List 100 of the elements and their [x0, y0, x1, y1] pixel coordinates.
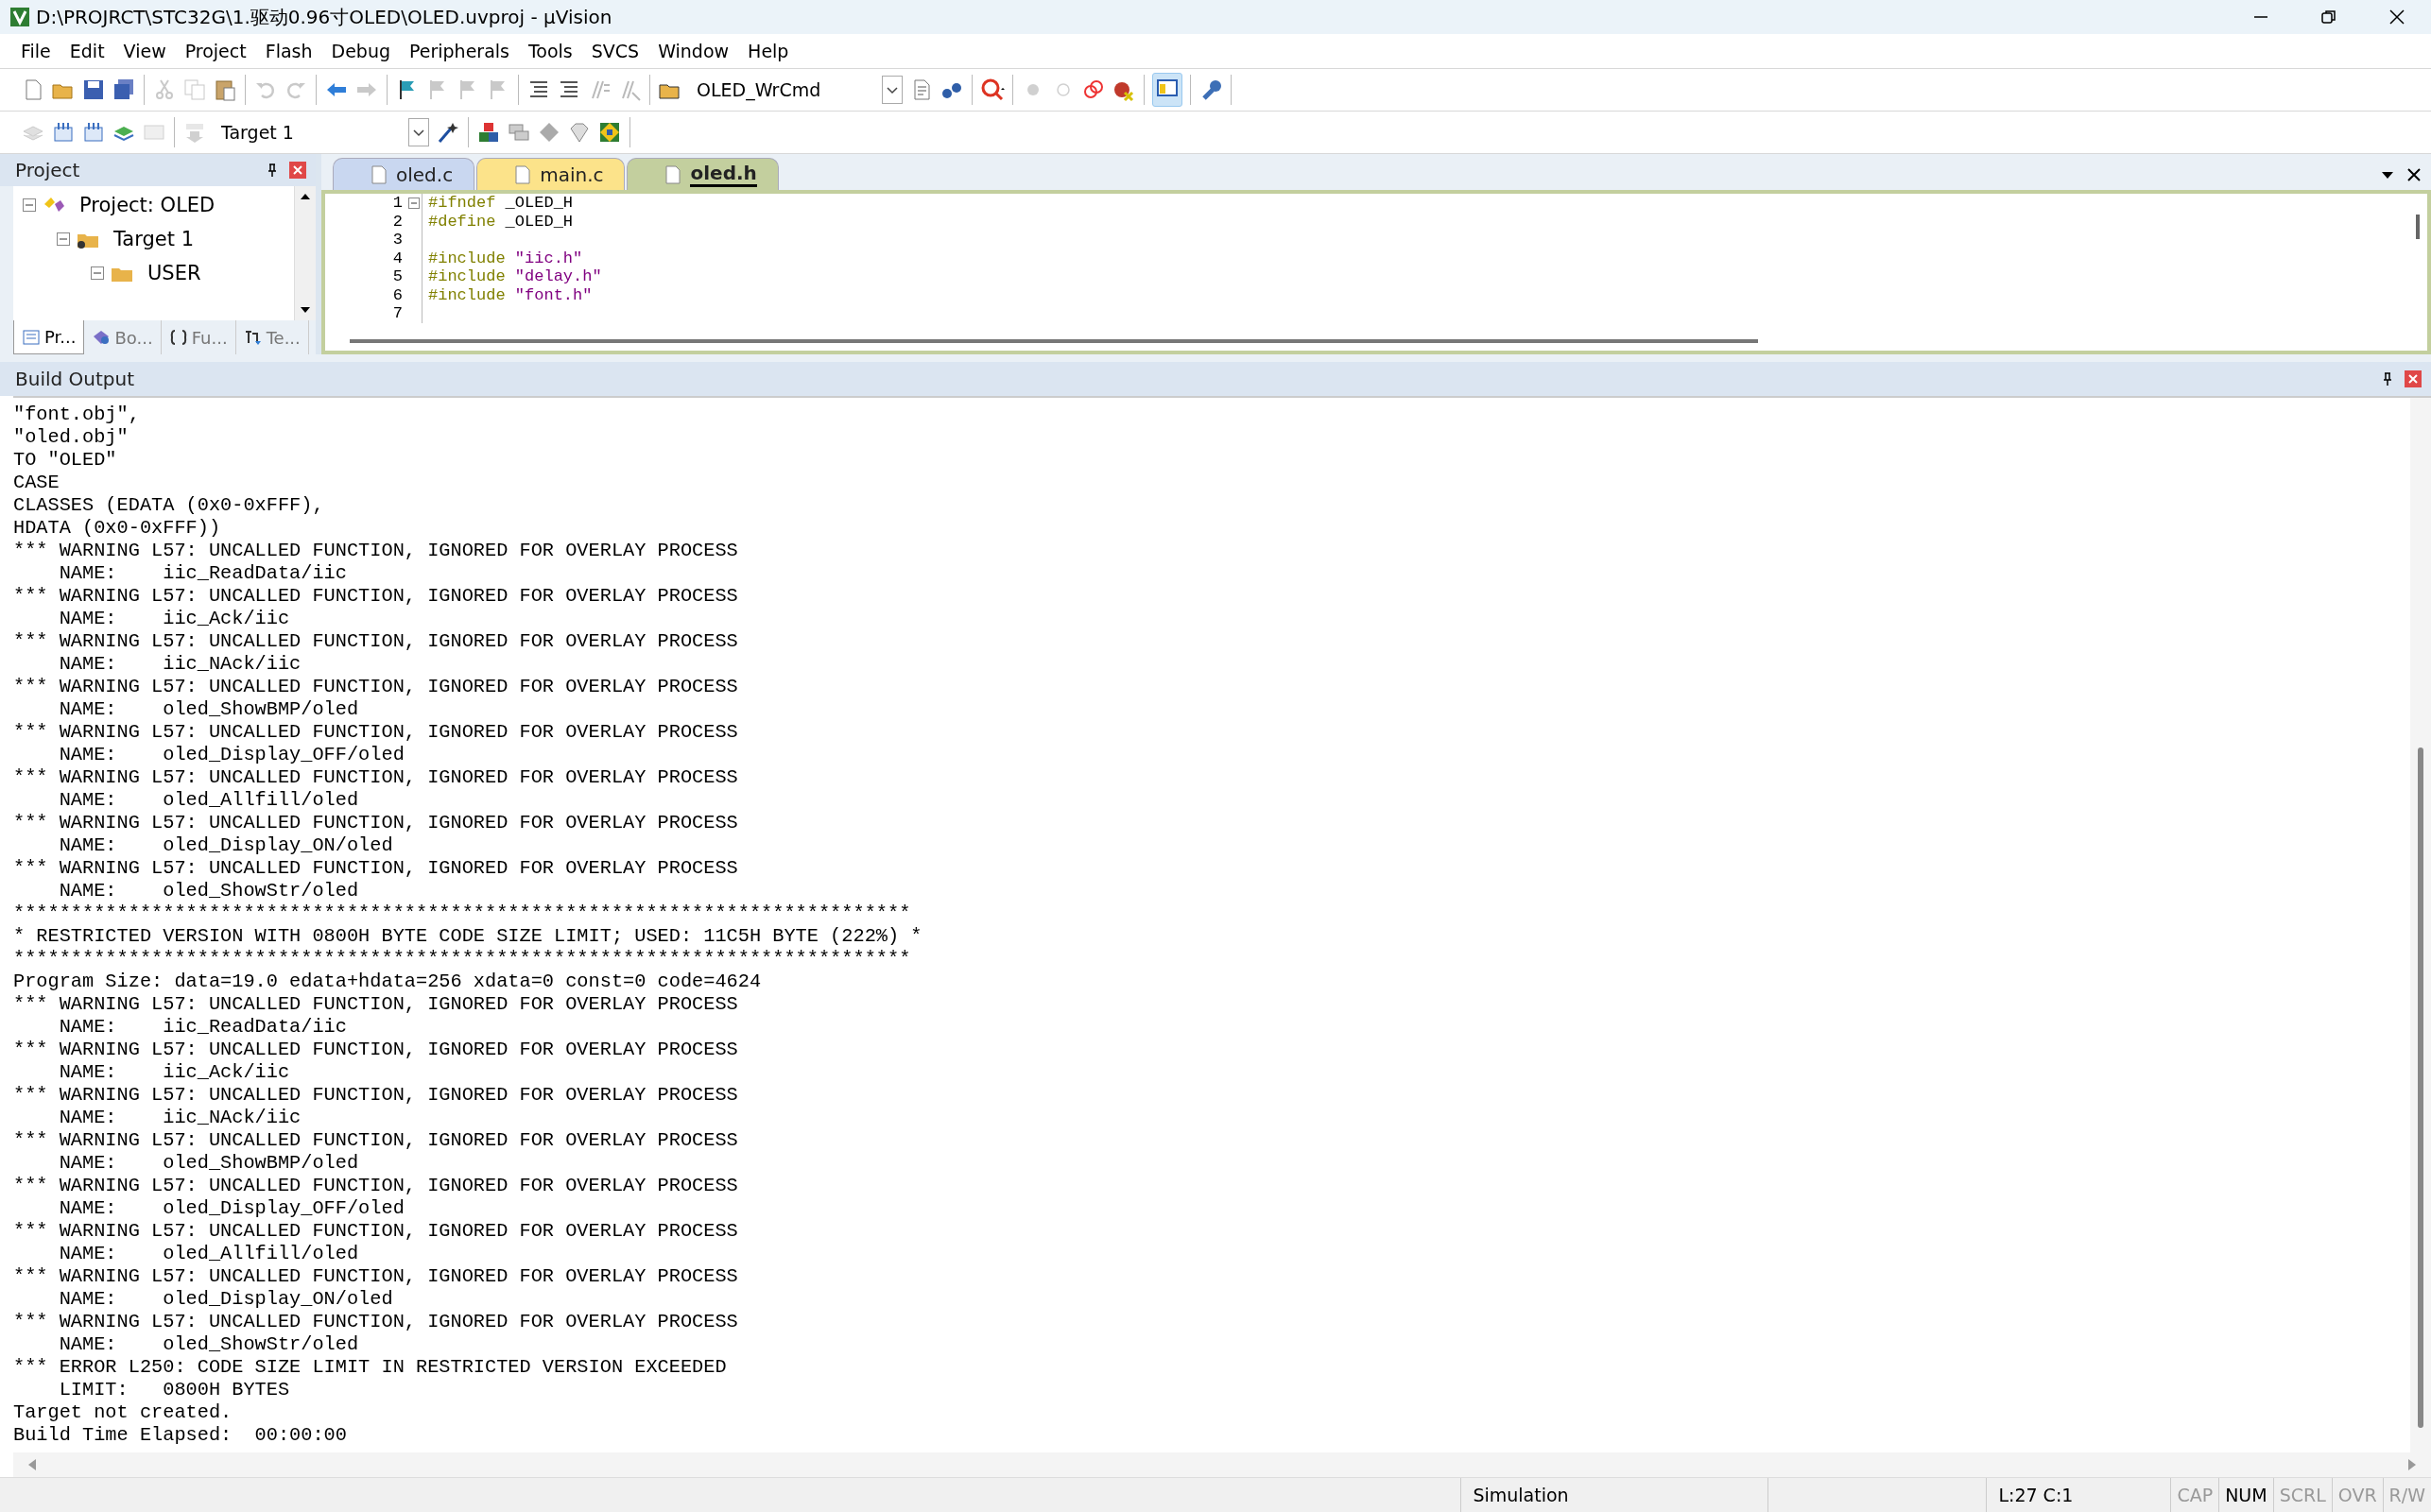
output-line: NAME: oled_Allfill/oled [58, 1243, 360, 1265]
output-line: NAME: oled_ShowBMP/oled [58, 698, 360, 721]
output-line: Build Time Elapsed: 00:00:00 [13, 1424, 348, 1447]
code-line: #include "delay.h" [427, 267, 602, 286]
output-line: * RESTRICTED VERSION WITH 0800H BYTE CODE SIZE LIMIT; USED: 11C5H BYTE (222%) * [13, 925, 923, 948]
output-line: *** WARNING L57: UNCALLED FUNCTION, IGNORED FOR OVERLAY PROCESS [13, 540, 739, 562]
output-line: *** WARNING L57: UNCALLED FUNCTION, IGNORED FOR OVERLAY PROCESS [13, 1220, 739, 1243]
line-number: 4 [391, 249, 404, 267]
output-line: NAME: oled_ShowStr/oled [58, 880, 360, 902]
panel-title: Project [15, 159, 81, 181]
output-line: ****************************************************************************** [13, 948, 912, 971]
scroll-left-icon[interactable] [26, 1458, 38, 1471]
output-line: NAME: oled_Display_ON/oled [58, 834, 394, 857]
file-icon [665, 164, 681, 184]
key-indicator: R/W [2382, 1478, 2431, 1512]
save-icon[interactable] [81, 77, 106, 102]
cursor-position: L:27 C:1 [1986, 1478, 2171, 1512]
panel-title: Build Output [15, 368, 136, 390]
debug-magnifier-icon[interactable] [980, 77, 1005, 102]
menu-item[interactable]: Edit [61, 39, 112, 63]
output-line: *** WARNING L57: UNCALLED FUNCTION, IGNORED FOR OVERLAY PROCESS [13, 1175, 739, 1197]
line-number: 1 [391, 194, 404, 213]
output-line: *** WARNING L57: UNCALLED FUNCTION, IGNORED FOR OVERLAY PROCESS [13, 585, 739, 608]
output-line: *** WARNING L57: UNCALLED FUNCTION, IGNORED FOR OVERLAY PROCESS [13, 1084, 739, 1107]
output-line: ****************************************************************************** [13, 902, 912, 925]
menu-item[interactable]: File [13, 39, 59, 63]
output-line: "font.obj", [13, 404, 141, 426]
code-line: #define _OLED_H [427, 212, 574, 231]
file-tab[interactable]: oled.h [627, 158, 779, 190]
output-line: *** WARNING L57: UNCALLED FUNCTION, IGNORED FOR OVERLAY PROCESS [13, 812, 739, 834]
output-line: LIMIT: 0800H BYTES [58, 1379, 291, 1401]
menu-item[interactable]: Project [177, 39, 254, 63]
menu-item[interactable]: Tools [520, 39, 580, 63]
collapse-icon[interactable] [57, 232, 70, 246]
output-line: NAME: iic_Ack/iic [58, 1061, 291, 1084]
scrollbar-thumb[interactable] [2418, 747, 2423, 1428]
output-line: *** WARNING L57: UNCALLED FUNCTION, IGNORED FOR OVERLAY PROCESS [13, 857, 739, 880]
clipboard-icon[interactable] [213, 77, 237, 102]
line-number: 5 [391, 267, 404, 286]
colorful-tiles-icon[interactable] [597, 120, 622, 145]
line-number: 3 [391, 231, 404, 249]
output-line: NAME: oled_Display_OFF/oled [58, 744, 405, 766]
key-indicator: SCRL [2272, 1478, 2332, 1512]
output-line: Target not created. [13, 1401, 233, 1424]
output-line: *** ERROR L250: CODE SIZE LIMIT IN RESTRICTED VERSION EXCEEDED [13, 1356, 728, 1379]
output-line: *** WARNING L57: UNCALLED FUNCTION, IGNORED FOR OVERLAY PROCESS [13, 766, 739, 789]
menu-item[interactable]: SVCS [583, 39, 647, 63]
output-line: *** WARNING L57: UNCALLED FUNCTION, IGNORED FOR OVERLAY PROCESS [13, 1311, 739, 1333]
scrollbar-thumb[interactable] [2416, 215, 2420, 239]
key-indicator: CAP [2170, 1478, 2219, 1512]
colored-blocks-icon[interactable] [476, 120, 501, 145]
collapse-icon[interactable] [23, 198, 36, 212]
close-icon[interactable] [2406, 167, 2422, 182]
window-title: D:\PROJRCT\STC32G\1.驱动0.96寸OLED\OLED.uvproj - µVision [36, 4, 613, 30]
output-line: NAME: oled_ShowStr/oled [58, 1333, 360, 1356]
tree-item[interactable]: USER [147, 262, 201, 284]
output-line: *** WARNING L57: UNCALLED FUNCTION, IGNORED FOR OVERLAY PROCESS [13, 721, 739, 744]
menu-item[interactable]: View [115, 39, 174, 63]
output-line: NAME: oled_ShowBMP/oled [58, 1152, 360, 1175]
template-icon [243, 329, 263, 346]
output-line: NAME: iic_ReadData/iic [58, 1016, 348, 1039]
scrollbar-thumb[interactable] [350, 339, 1758, 343]
line-number: 2 [391, 212, 404, 231]
output-line: NAME: iic_ReadData/iic [58, 562, 348, 585]
menu-item[interactable]: Flash [257, 39, 320, 63]
file-icon [515, 164, 531, 184]
collapse-icon[interactable] [408, 197, 420, 209]
output-line: *** WARNING L57: UNCALLED FUNCTION, IGNORED FOR OVERLAY PROCESS [13, 1129, 739, 1152]
file-tab[interactable]: main.c [476, 158, 626, 190]
output-line: NAME: oled_Allfill/oled [58, 789, 360, 812]
output-line: NAME: iic_NAck/iic [58, 1107, 302, 1129]
file-tab[interactable]: oled.c [333, 158, 475, 190]
output-line: NAME: oled_Display_ON/oled [58, 1288, 394, 1311]
app-logo-icon [9, 7, 30, 27]
output-line: HDATA (0x0-0xFFF)) [13, 517, 222, 540]
menu-item[interactable]: Debug [323, 39, 398, 63]
panel-tab[interactable]: Pr... [13, 320, 85, 354]
save-all-icon[interactable] [112, 77, 136, 102]
restore-icon[interactable] [2320, 9, 2337, 26]
output-line: *** WARNING L57: UNCALLED FUNCTION, IGNORED FOR OVERLAY PROCESS [13, 1039, 739, 1061]
key-indicator: NUM [2218, 1478, 2273, 1512]
menu-item[interactable]: Help [740, 39, 797, 63]
code-line: #ifndef _OLED_H [427, 194, 574, 213]
output-line: NAME: oled_Display_OFF/oled [58, 1197, 405, 1220]
status-text: Simulation [1460, 1478, 1768, 1512]
tree-item[interactable]: Project: OLED [79, 194, 216, 216]
scrollbar[interactable] [294, 186, 316, 320]
output-line: *** WARNING L57: UNCALLED FUNCTION, IGNORED FOR OVERLAY PROCESS [13, 993, 739, 1016]
output-line: Program Size: data=19.0 edata+hdata=256 xdata=0 const=0 code=4624 [13, 971, 763, 993]
output-line: CLASSES (EDATA (0x0-0xFFF), [13, 494, 325, 517]
scroll-right-icon[interactable] [2406, 1458, 2418, 1471]
line-number: 6 [391, 285, 404, 304]
menu-item[interactable]: Peripherals [402, 39, 517, 63]
book-icon [92, 329, 112, 346]
code-editor[interactable]: 1 #ifndef _OLED_H 2 #define _OLED_H 3 4 #include "iic.h" 5 #include "delay.h" 6 #include "font.h" 7 [321, 190, 2431, 354]
menu-item[interactable]: Window [650, 39, 737, 63]
close-icon[interactable] [2388, 9, 2405, 26]
tree-item[interactable]: Target 1 [113, 228, 194, 250]
collapse-icon[interactable] [91, 266, 104, 280]
output-line: NAME: iic_NAck/iic [58, 653, 302, 676]
